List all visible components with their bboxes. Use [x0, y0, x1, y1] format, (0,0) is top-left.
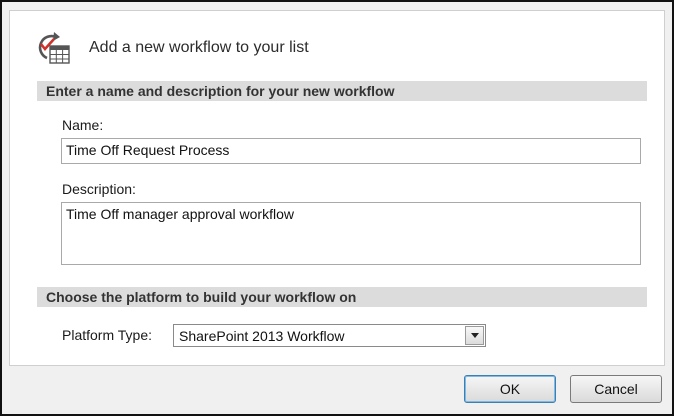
section-header-name: Enter a name and description for your ne…: [37, 81, 647, 101]
name-label: Name:: [62, 117, 104, 133]
dialog-header: Add a new workflow to your list: [34, 31, 634, 65]
description-label: Description:: [62, 181, 136, 197]
dialog-frame: Add a new workflow to your list Enter a …: [0, 0, 674, 416]
section-header-platform: Choose the platform to build your workfl…: [37, 287, 647, 307]
description-textarea[interactable]: Time Off manager approval workflow: [61, 202, 641, 265]
dialog-content-panel: Add a new workflow to your list Enter a …: [9, 10, 665, 366]
cancel-button[interactable]: Cancel: [570, 375, 662, 403]
platform-type-select[interactable]: SharePoint 2013 Workflow: [173, 324, 486, 347]
ok-button[interactable]: OK: [464, 375, 556, 403]
dialog-title: Add a new workflow to your list: [89, 39, 309, 56]
dropdown-arrow-button[interactable]: [465, 326, 484, 345]
chevron-down-icon: [471, 333, 479, 338]
workflow-calendar-icon: [34, 31, 72, 65]
platform-type-label: Platform Type:: [62, 327, 153, 343]
platform-type-value: SharePoint 2013 Workflow: [179, 328, 345, 344]
name-input[interactable]: Time Off Request Process: [61, 138, 641, 164]
